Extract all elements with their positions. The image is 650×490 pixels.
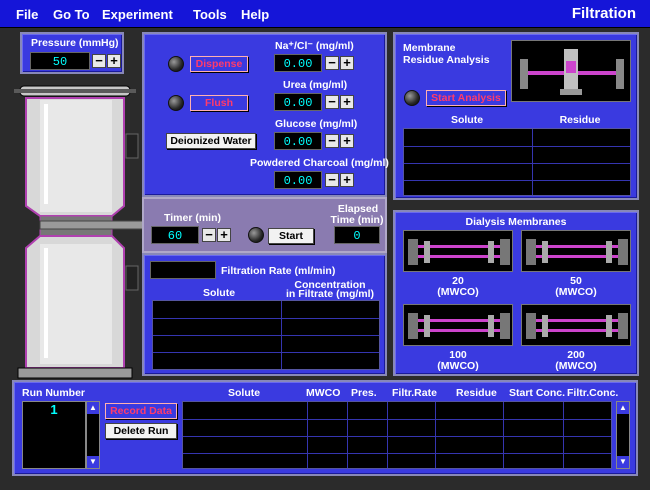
records-table: [182, 401, 612, 469]
urea-decrease-button[interactable]: −: [325, 95, 339, 109]
menu-tools[interactable]: Tools: [193, 7, 227, 22]
membrane-200-icon[interactable]: [521, 304, 631, 346]
elapsed-label-line2: Time (min): [330, 214, 384, 226]
flush-button[interactable]: Flush: [190, 95, 248, 111]
records-col-mwco: MWCO: [306, 387, 341, 399]
run-records-panel: Run Number 1 ▲ ▼ Record Data Delete Run …: [12, 380, 638, 476]
membrane-20-unit: (MWCO): [437, 286, 479, 298]
records-col-solute: Solute: [228, 387, 261, 399]
run-list[interactable]: 1: [22, 401, 86, 469]
pressure-label: Pressure (mmHg): [31, 37, 119, 49]
menu-experiment[interactable]: Experiment: [102, 7, 173, 22]
dispense-button[interactable]: Dispense: [190, 56, 248, 72]
timer-label: Timer (min): [164, 212, 221, 224]
solutions-panel: Dispense Flush Deionized Water Na⁺/Cl⁻ (…: [142, 32, 389, 197]
filtration-results-panel: Filtration Rate (ml/min) Solute Concentr…: [142, 253, 387, 376]
urea-increase-button[interactable]: +: [340, 95, 354, 109]
glucose-increase-button[interactable]: +: [340, 134, 354, 148]
pressure-increase-button[interactable]: +: [107, 54, 121, 68]
menu-bar: File Go To Experiment Tools Help Filtrat…: [0, 0, 650, 28]
flush-indicator-icon: [168, 95, 184, 111]
top-cap-rim: [14, 89, 136, 93]
run-list-scrollbar[interactable]: ▲ ▼: [86, 401, 100, 469]
membrane-20-icon[interactable]: [403, 230, 513, 272]
dialysis-membranes-panel: Dialysis Membranes 20 (MWCO) 50 (MWCO) 1…: [393, 210, 639, 376]
records-scroll-down-icon[interactable]: ▼: [617, 456, 629, 468]
timer-start-button[interactable]: Start: [268, 228, 314, 244]
nacl-increase-button[interactable]: +: [340, 56, 354, 70]
pressure-display: 50: [30, 52, 90, 70]
outlet-tube: [39, 220, 146, 230]
lower-beaker-inner: [40, 244, 112, 364]
charcoal-display: 0.00: [274, 171, 322, 189]
records-col-filtr-conc: Filtr.Conc.: [567, 387, 619, 399]
nacl-decrease-button[interactable]: −: [325, 56, 339, 70]
timer-indicator-icon: [248, 227, 264, 243]
dialysis-title: Dialysis Membranes: [465, 216, 567, 228]
scroll-down-arrow-icon[interactable]: ▼: [87, 456, 99, 468]
timer-decrease-button[interactable]: −: [202, 228, 216, 242]
scroll-up-arrow-icon[interactable]: ▲: [87, 402, 99, 414]
record-data-button[interactable]: Record Data: [105, 403, 177, 419]
menu-help[interactable]: Help: [241, 7, 269, 22]
lower-glass-highlight: [44, 248, 48, 358]
elapsed-display: 0: [334, 226, 380, 244]
analysis-chamber-icon: [511, 40, 631, 102]
timer-increase-button[interactable]: +: [217, 228, 231, 242]
glucose-decrease-button[interactable]: −: [325, 134, 339, 148]
analysis-table: [403, 128, 631, 196]
records-col-filtr-rate: Filtr.Rate: [392, 387, 437, 399]
filtration-apparatus: [14, 85, 146, 379]
charcoal-decrease-button[interactable]: −: [325, 173, 339, 187]
analysis-col-solute: Solute: [450, 114, 484, 126]
base: [17, 367, 133, 379]
membrane-title-line2: Residue Analysis: [403, 54, 490, 66]
menu-go-to[interactable]: Go To: [53, 7, 90, 22]
upper-clamp: [125, 133, 139, 159]
nacl-label: Na⁺/Cl⁻ (mg/ml): [275, 40, 354, 52]
start-analysis-button[interactable]: Start Analysis: [426, 90, 506, 106]
urea-label: Urea (mg/ml): [283, 79, 348, 91]
nacl-display: 0.00: [274, 54, 322, 72]
run-number-label: Run Number: [22, 387, 85, 399]
membrane-title-line1: Membrane: [403, 42, 456, 54]
delete-run-button[interactable]: Delete Run: [105, 423, 177, 439]
membrane-50-unit: (MWCO): [555, 286, 597, 298]
charcoal-label: Powdered Charcoal (mg/ml): [250, 157, 389, 169]
analysis-col-residue: Residue: [559, 114, 601, 126]
glucose-label: Glucose (mg/ml): [275, 118, 358, 130]
analysis-indicator-icon: [404, 90, 420, 106]
glucose-display: 0.00: [274, 132, 322, 150]
app-title: Filtration: [571, 5, 636, 22]
membrane-analysis-panel: Membrane Residue Analysis Start Analysis…: [393, 32, 639, 200]
pressure-panel: Pressure (mmHg) 50 − +: [20, 32, 124, 74]
filtrate-col-solute: Solute: [202, 287, 236, 299]
timer-panel: Timer (min) 60 − + Start Elapsed Time (m…: [142, 197, 387, 253]
deionized-water-button[interactable]: Deionized Water: [166, 133, 256, 149]
records-col-residue: Residue: [456, 387, 497, 399]
upper-beaker-inner: [40, 100, 112, 212]
membrane-100-icon[interactable]: [403, 304, 513, 346]
membrane-50-icon[interactable]: [521, 230, 631, 272]
filtration-rate-label: Filtration Rate (ml/min): [221, 265, 336, 277]
filtrate-col-conc-line2: in Filtrate (mg/ml): [285, 288, 375, 300]
pressure-decrease-button[interactable]: −: [92, 54, 106, 68]
urea-display: 0.00: [274, 93, 322, 111]
membrane-100-unit: (MWCO): [437, 360, 479, 372]
timer-display: 60: [151, 226, 199, 244]
lower-clamp: [125, 265, 139, 291]
run-list-item[interactable]: 1: [23, 402, 85, 418]
records-scroll-up-icon[interactable]: ▲: [617, 402, 629, 414]
dispense-indicator-icon: [168, 56, 184, 72]
records-scrollbar[interactable]: ▲ ▼: [616, 401, 630, 469]
filtrate-table: [152, 300, 380, 370]
menu-file[interactable]: File: [16, 7, 38, 22]
charcoal-increase-button[interactable]: +: [340, 173, 354, 187]
records-col-pres: Pres.: [351, 387, 377, 399]
records-col-start-conc: Start Conc.: [509, 387, 566, 399]
filtration-rate-display: [150, 261, 216, 279]
upper-glass-highlight: [44, 104, 48, 204]
membrane-200-unit: (MWCO): [555, 360, 597, 372]
